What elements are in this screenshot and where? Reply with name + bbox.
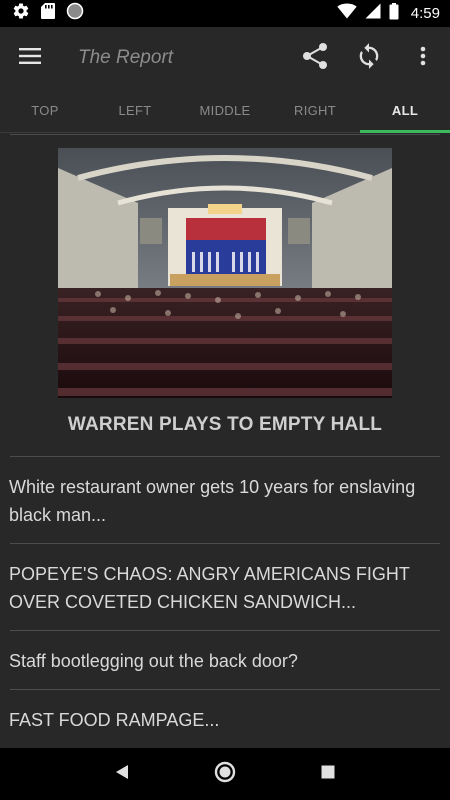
news-feed[interactable]: WARREN PLAYS TO EMPTY HALL White restaur… — [0, 134, 450, 748]
tab-right[interactable]: RIGHT — [270, 89, 360, 132]
refresh-button[interactable] — [342, 27, 396, 89]
status-right: 4:59 — [337, 2, 440, 25]
menu-icon — [19, 47, 41, 69]
signal-icon — [365, 3, 381, 24]
overflow-menu-button[interactable] — [396, 27, 450, 89]
status-bar: 4:59 — [0, 0, 450, 27]
hero-headline[interactable]: WARREN PLAYS TO EMPTY HALL — [0, 414, 450, 436]
story-item[interactable]: Staff bootlegging out the back door? — [9, 647, 439, 675]
home-icon — [214, 761, 236, 788]
share-button[interactable] — [288, 27, 342, 89]
app-title: The Report — [78, 47, 174, 68]
gear-icon — [12, 2, 30, 25]
circle-icon — [66, 2, 84, 25]
menu-button[interactable] — [0, 27, 60, 89]
overflow-menu-icon — [420, 46, 426, 71]
app-bar: The Report — [0, 27, 450, 89]
wifi-icon — [337, 3, 357, 24]
recents-icon — [321, 765, 335, 784]
tab-top[interactable]: TOP — [0, 89, 90, 132]
divider — [10, 543, 440, 544]
divider — [10, 630, 440, 631]
divider — [10, 456, 440, 457]
refresh-icon — [355, 42, 383, 75]
back-button[interactable] — [97, 754, 147, 794]
back-icon — [115, 764, 129, 785]
system-nav-bar — [0, 748, 450, 800]
tab-bar: TOP LEFT MIDDLE RIGHT ALL — [0, 89, 450, 133]
tab-left[interactable]: LEFT — [90, 89, 180, 132]
story-item[interactable]: FAST FOOD RAMPAGE... — [9, 706, 439, 734]
story-item[interactable]: White restaurant owner gets 10 years for… — [9, 473, 439, 529]
top-divider — [10, 134, 440, 135]
share-icon — [302, 42, 328, 75]
home-button[interactable] — [200, 754, 250, 794]
battery-icon — [389, 2, 399, 25]
hero-image[interactable] — [58, 148, 392, 398]
status-left — [12, 2, 84, 25]
tab-middle[interactable]: MIDDLE — [180, 89, 270, 132]
status-clock: 4:59 — [410, 5, 440, 22]
story-item[interactable]: POPEYE'S CHAOS: ANGRY AMERICANS FIGHT OV… — [9, 560, 439, 616]
tab-all[interactable]: ALL — [360, 89, 450, 133]
recents-button[interactable] — [303, 754, 353, 794]
divider — [10, 689, 440, 690]
sd-card-icon — [40, 2, 56, 25]
